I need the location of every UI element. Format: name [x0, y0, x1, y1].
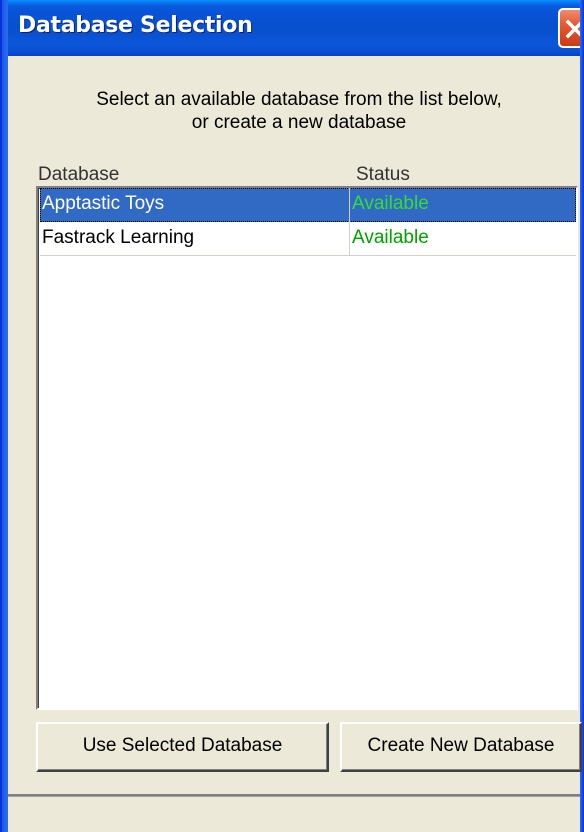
list-item[interactable]: Fastrack Learning Available: [40, 222, 576, 256]
database-selection-dialog: Database Selection Select an available d…: [0, 0, 584, 832]
list-item-database: Apptastic Toys: [40, 188, 350, 222]
list-item-database: Fastrack Learning: [40, 222, 350, 255]
column-header-status: Status: [356, 164, 410, 185]
instructions-line-2: or create a new database: [191, 112, 407, 133]
list-column-headers: Database Status: [0, 164, 584, 186]
title-bar[interactable]: Database Selection: [0, 0, 584, 56]
status-bar: [8, 794, 580, 832]
list-item-status: Available: [352, 193, 429, 214]
instructions-text: Select an available database from the li…: [0, 88, 584, 134]
column-header-database: Database: [38, 164, 120, 185]
create-new-database-button[interactable]: Create New Database: [340, 722, 582, 772]
use-selected-database-button[interactable]: Use Selected Database: [36, 722, 329, 772]
list-item[interactable]: Apptastic Toys Available: [40, 188, 576, 222]
list-item-status: Available: [352, 227, 429, 248]
instructions-line-1: Select an available database from the li…: [96, 89, 502, 110]
database-list[interactable]: Apptastic Toys Available Fastrack Learni…: [36, 186, 578, 710]
window-title: Database Selection: [18, 13, 253, 38]
